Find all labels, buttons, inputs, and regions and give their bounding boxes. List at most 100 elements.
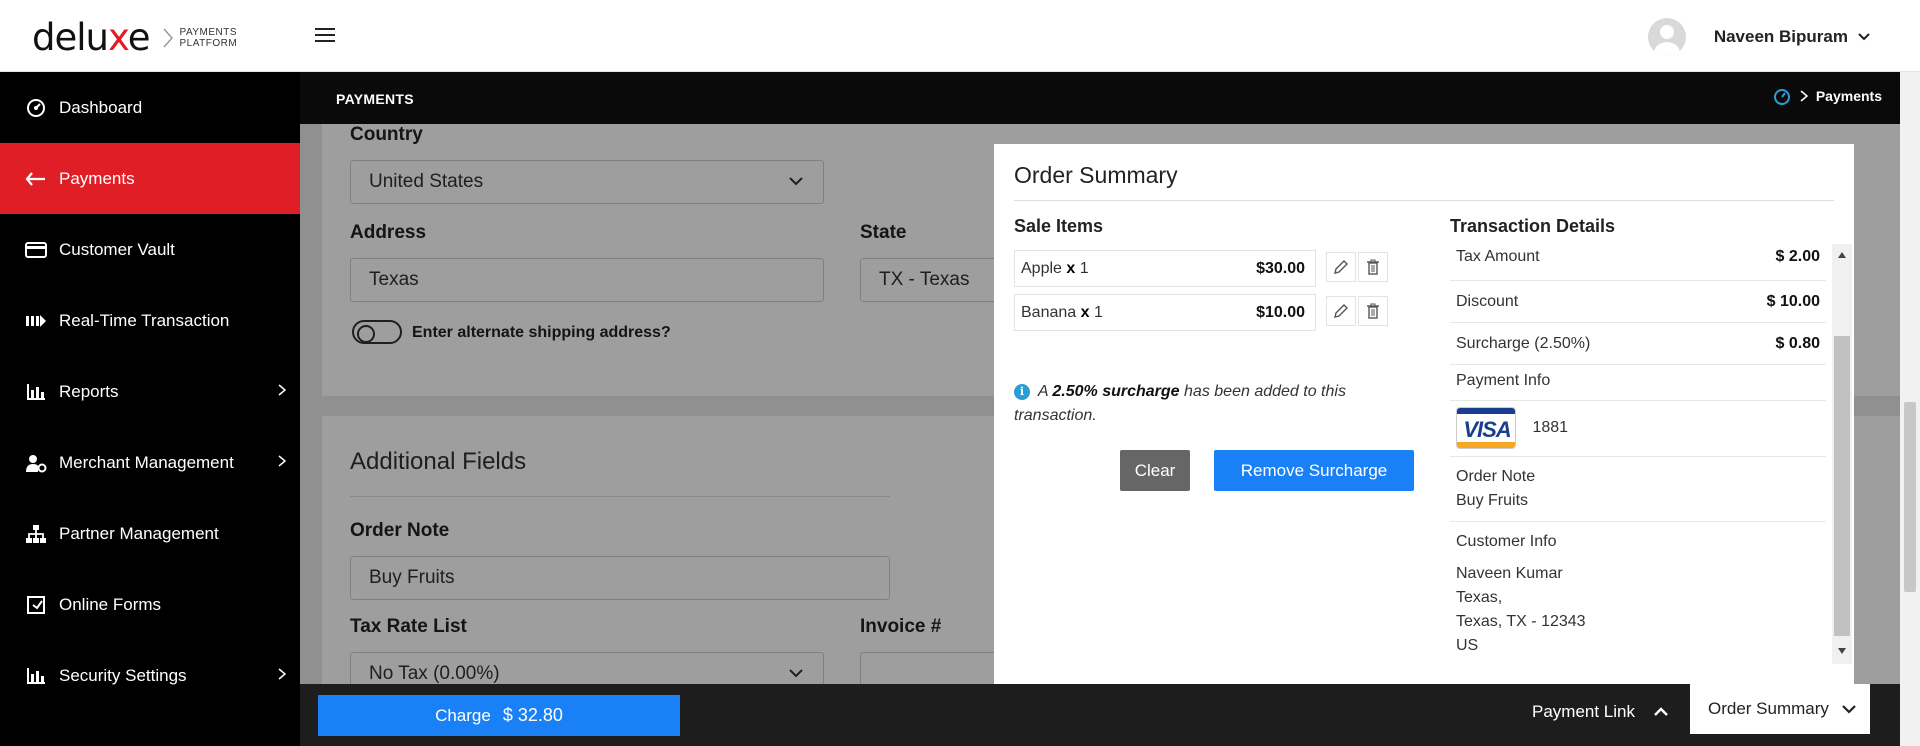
charge-label: Charge (435, 705, 491, 725)
notice-prefix: A (1037, 383, 1048, 400)
detail-row-discount: Discount $ 10.00 (1450, 281, 1826, 323)
sidebar-item-label: Dashboard (59, 97, 143, 117)
payment-info-label: Payment Info (1456, 372, 1551, 389)
sale-item-name: Apple x 1 (1021, 260, 1089, 277)
order-summary-title: Order Summary (1014, 162, 1178, 188)
sale-item-name: Banana x 1 (1021, 304, 1103, 321)
visa-card-icon: VISA (1456, 407, 1516, 449)
detail-row-tax: Tax Amount $ 2.00 (1450, 248, 1826, 281)
section-title: PAYMENTS (336, 91, 414, 107)
dashboard-icon[interactable] (1772, 86, 1792, 106)
chevron-right-icon (278, 668, 286, 680)
sidebar-item-online-forms[interactable]: Online Forms (0, 569, 300, 640)
section-header: PAYMENTS Payments (300, 72, 1900, 124)
sidebar: Dashboard Payments Customer Vault Real-T… (0, 72, 300, 746)
card-last4: 1881 (1532, 419, 1569, 436)
sidebar-item-dashboard[interactable]: Dashboard (0, 72, 300, 143)
edit-item-button[interactable] (1326, 252, 1356, 282)
bar-chart-icon (25, 381, 47, 403)
transaction-details-scroll[interactable]: Tax Amount $ 2.00 Discount $ 10.00 Surch… (1450, 248, 1826, 666)
breadcrumb: Payments (1772, 86, 1882, 106)
logo-sub-line2: PLATFORM (179, 37, 238, 49)
sidebar-item-security-settings[interactable]: Security Settings (0, 640, 300, 711)
breadcrumb-current: Payments (1815, 88, 1882, 104)
sale-item-row: Banana x 1 $10.00 (1014, 294, 1316, 331)
chevron-right-icon (278, 384, 286, 396)
charge-button[interactable]: Charge $ 32.80 (318, 695, 680, 736)
scrollbar-thumb[interactable] (1834, 336, 1850, 636)
page-scrollbar-thumb[interactable] (1904, 402, 1916, 592)
sidebar-item-label: Online Forms (59, 594, 162, 614)
detail-label: Discount (1456, 293, 1519, 310)
sidebar-item-payments[interactable]: Payments (0, 143, 300, 214)
stream-icon (25, 310, 47, 332)
customer-address-line2: Texas, TX - 12343 (1456, 613, 1586, 630)
chevron-down-icon (1842, 705, 1856, 714)
form-icon (25, 594, 47, 616)
logo-wordmark: deluxe (32, 16, 151, 59)
info-icon: i (1014, 384, 1030, 400)
logo-sub-line1: PAYMENTS (179, 26, 238, 38)
sidebar-item-label: Merchant Management (59, 452, 234, 472)
user-gear-icon (25, 452, 47, 474)
trash-icon (1367, 259, 1379, 275)
user-name: Naveen Bipuram (1713, 27, 1848, 46)
scroll-down-icon[interactable] (1838, 648, 1846, 654)
trash-icon (1367, 303, 1379, 319)
notice-bold: 2.50% surcharge (1052, 383, 1180, 400)
top-header: deluxe PAYMENTS PLATFORM Naveen Bipuram (0, 0, 1920, 72)
clear-button[interactable]: Clear (1120, 450, 1190, 491)
transaction-details-title: Transaction Details (1450, 216, 1616, 236)
detail-value: $ 2.00 (1775, 248, 1820, 265)
bar-chart-icon (25, 665, 47, 687)
dashboard-icon (25, 97, 47, 119)
logo-subtitle: PAYMENTS PLATFORM (180, 27, 238, 49)
payment-info-header: Payment Info (1450, 365, 1826, 401)
detail-value: $ 10.00 (1766, 293, 1820, 310)
chevron-down-icon[interactable] (1858, 33, 1870, 41)
remove-surcharge-button[interactable]: Remove Surcharge (1214, 450, 1414, 491)
surcharge-notice: i A 2.50% surcharge has been added to th… (1014, 380, 1354, 428)
pencil-icon (1334, 304, 1348, 318)
sidebar-item-reports[interactable]: Reports (0, 356, 300, 427)
details-scrollbar[interactable] (1832, 244, 1852, 664)
sitemap-icon (25, 523, 47, 545)
delete-item-button[interactable] (1358, 296, 1388, 326)
scroll-up-icon[interactable] (1838, 252, 1846, 258)
customer-address-line1: Texas, (1456, 589, 1503, 606)
sidebar-item-partner-management[interactable]: Partner Management (0, 498, 300, 569)
sidebar-item-label: Reports (59, 381, 119, 401)
payment-link-label: Payment Link (1532, 702, 1635, 721)
detail-label: Tax Amount (1456, 248, 1540, 265)
chevron-up-icon (1654, 707, 1668, 716)
charge-amount: $ 32.80 (502, 705, 563, 725)
order-note-value: Buy Fruits (1456, 492, 1529, 509)
payment-card-row: VISA 1881 (1450, 401, 1826, 457)
delete-item-button[interactable] (1358, 252, 1388, 282)
payment-link-button[interactable]: Payment Link (1532, 702, 1669, 722)
sidebar-item-customer-vault[interactable]: Customer Vault (0, 214, 300, 285)
avatar[interactable] (1647, 18, 1686, 56)
customer-info-block: Customer Info Naveen Kumar Texas, Texas,… (1450, 522, 1826, 666)
customer-info-label: Customer Info (1456, 533, 1557, 550)
sidebar-item-label: Real-Time Transaction (59, 310, 230, 330)
user-menu[interactable]: Naveen Bipuram (1647, 18, 1870, 56)
sidebar-item-merchant-management[interactable]: Merchant Management (0, 427, 300, 498)
hamburger-menu-icon[interactable] (315, 28, 335, 44)
sidebar-item-label: Payments (59, 168, 135, 188)
bottom-action-bar: Charge $ 32.80 Payment Link Order Summar… (300, 684, 1900, 746)
sale-item-amount: $10.00 (1256, 304, 1305, 321)
deluxe-logo[interactable]: deluxe PAYMENTS PLATFORM (32, 16, 237, 59)
edit-item-button[interactable] (1326, 296, 1356, 326)
sidebar-item-label: Partner Management (59, 523, 219, 543)
page-scrollbar[interactable] (1900, 72, 1920, 746)
sidebar-item-real-time-transaction[interactable]: Real-Time Transaction (0, 285, 300, 356)
order-summary-toggle[interactable]: Order Summary (1690, 684, 1870, 734)
customer-country: US (1456, 637, 1479, 654)
sidebar-item-label: Customer Vault (59, 239, 175, 259)
sidebar-item-label: Security Settings (59, 665, 187, 685)
order-summary-toggle-label: Order Summary (1708, 699, 1829, 718)
pencil-icon (1334, 260, 1348, 274)
order-note-label: Order Note (1456, 468, 1536, 485)
chevron-right-icon (1800, 90, 1808, 102)
